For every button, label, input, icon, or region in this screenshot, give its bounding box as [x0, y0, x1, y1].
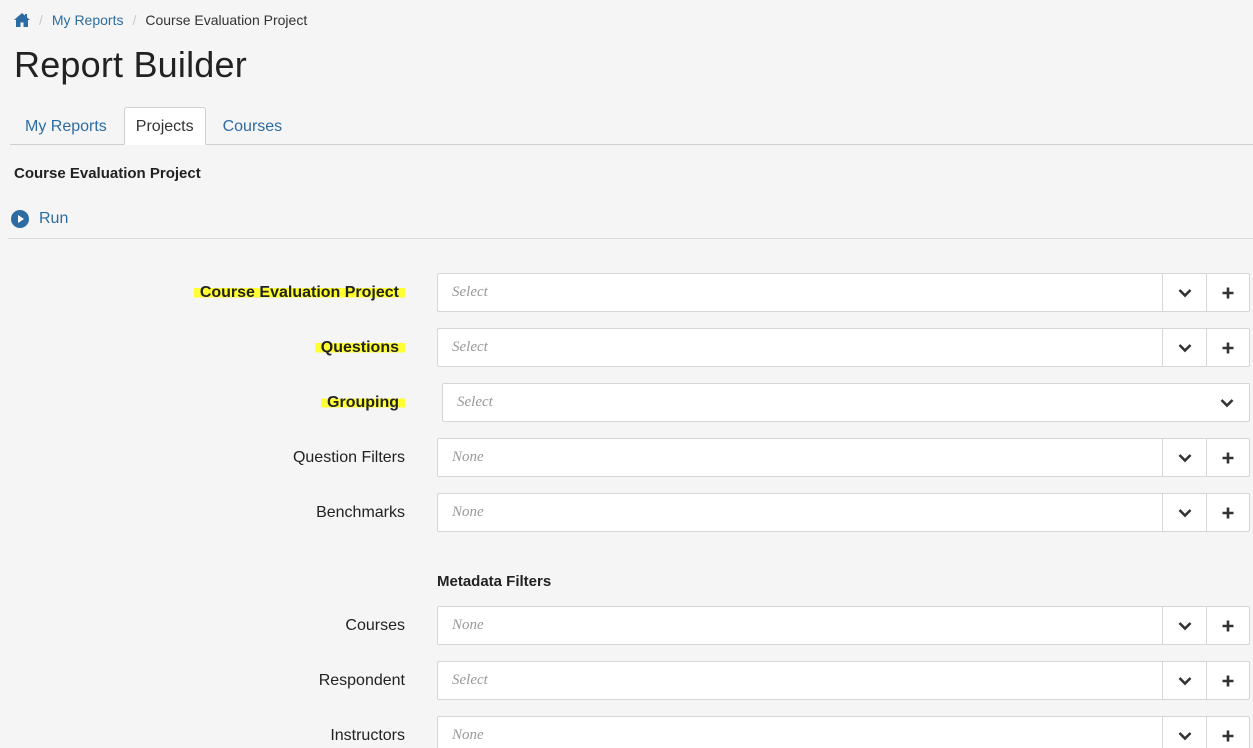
field-row-courses: Courses None — [0, 606, 1253, 645]
breadcrumb-current: Course Evaluation Project — [145, 12, 308, 28]
field-row-project: Course Evaluation Project Select — [0, 273, 1253, 312]
field-row-instructors: Instructors None — [0, 716, 1253, 748]
field-label: Grouping — [321, 383, 405, 422]
select-value[interactable]: Select — [438, 329, 1162, 366]
breadcrumb-my-reports[interactable]: My Reports — [52, 12, 124, 28]
home-icon[interactable] — [14, 13, 30, 27]
run-label: Run — [39, 210, 69, 227]
chevron-down-icon[interactable] — [1162, 717, 1206, 748]
field-row-benchmarks: Benchmarks None — [0, 493, 1253, 532]
page-title: Report Builder — [14, 44, 247, 85]
courses-select[interactable]: None — [437, 606, 1250, 645]
divider — [8, 238, 1253, 239]
field-label: Instructors — [330, 727, 405, 744]
select-value[interactable]: Select — [438, 662, 1162, 699]
plus-icon[interactable] — [1206, 717, 1249, 748]
instructors-select[interactable]: None — [437, 716, 1250, 748]
benchmarks-select[interactable]: None — [437, 493, 1250, 532]
respondent-select[interactable]: Select — [437, 661, 1250, 700]
chevron-down-icon[interactable] — [1162, 494, 1206, 531]
select-value[interactable]: Select — [438, 274, 1162, 311]
field-row-questions: Questions Select — [0, 328, 1253, 367]
plus-icon[interactable] — [1206, 439, 1249, 476]
tab-projects[interactable]: Projects — [123, 107, 206, 145]
breadcrumb-separator: / — [132, 12, 137, 28]
field-label: Question Filters — [292, 449, 405, 466]
select-value[interactable]: None — [438, 717, 1162, 748]
field-row-question-filters: Question Filters None — [0, 438, 1253, 477]
chevron-down-icon[interactable] — [1162, 607, 1206, 644]
chevron-down-icon[interactable] — [1205, 384, 1249, 421]
grouping-select[interactable]: Select — [442, 383, 1250, 422]
field-label: Questions — [314, 328, 405, 367]
chevron-down-icon[interactable] — [1162, 439, 1206, 476]
chevron-down-icon[interactable] — [1162, 274, 1206, 311]
plus-icon[interactable] — [1206, 274, 1249, 311]
field-label: Respondent — [318, 672, 405, 689]
plus-icon[interactable] — [1206, 494, 1249, 531]
plus-icon[interactable] — [1206, 329, 1249, 366]
section-title: Course Evaluation Project — [14, 165, 201, 182]
breadcrumb-separator: / — [39, 12, 43, 28]
select-value[interactable]: Select — [443, 384, 1205, 421]
select-value[interactable]: None — [438, 607, 1162, 644]
chevron-down-icon[interactable] — [1162, 329, 1206, 366]
project-select[interactable]: Select — [437, 273, 1250, 312]
field-label: Benchmarks — [316, 504, 405, 521]
question-filters-select[interactable]: None — [437, 438, 1250, 477]
play-circle-icon — [11, 210, 29, 228]
field-label: Courses — [345, 617, 405, 634]
plus-icon[interactable] — [1206, 662, 1249, 699]
metadata-filters-heading: Metadata Filters — [437, 573, 552, 590]
field-label: Course Evaluation Project — [193, 273, 405, 312]
tab-bar: My Reports Projects Courses — [10, 107, 1253, 145]
tab-my-reports[interactable]: My Reports — [10, 107, 122, 145]
select-value[interactable]: None — [438, 494, 1162, 531]
select-value[interactable]: None — [438, 439, 1162, 476]
breadcrumb: / My Reports / Course Evaluation Project — [14, 12, 307, 28]
plus-icon[interactable] — [1206, 607, 1249, 644]
run-button[interactable]: Run — [11, 210, 68, 228]
field-row-respondent: Respondent Select — [0, 661, 1253, 700]
chevron-down-icon[interactable] — [1162, 662, 1206, 699]
field-row-grouping: Grouping Select — [0, 383, 1253, 422]
tab-courses[interactable]: Courses — [208, 107, 298, 145]
questions-select[interactable]: Select — [437, 328, 1250, 367]
